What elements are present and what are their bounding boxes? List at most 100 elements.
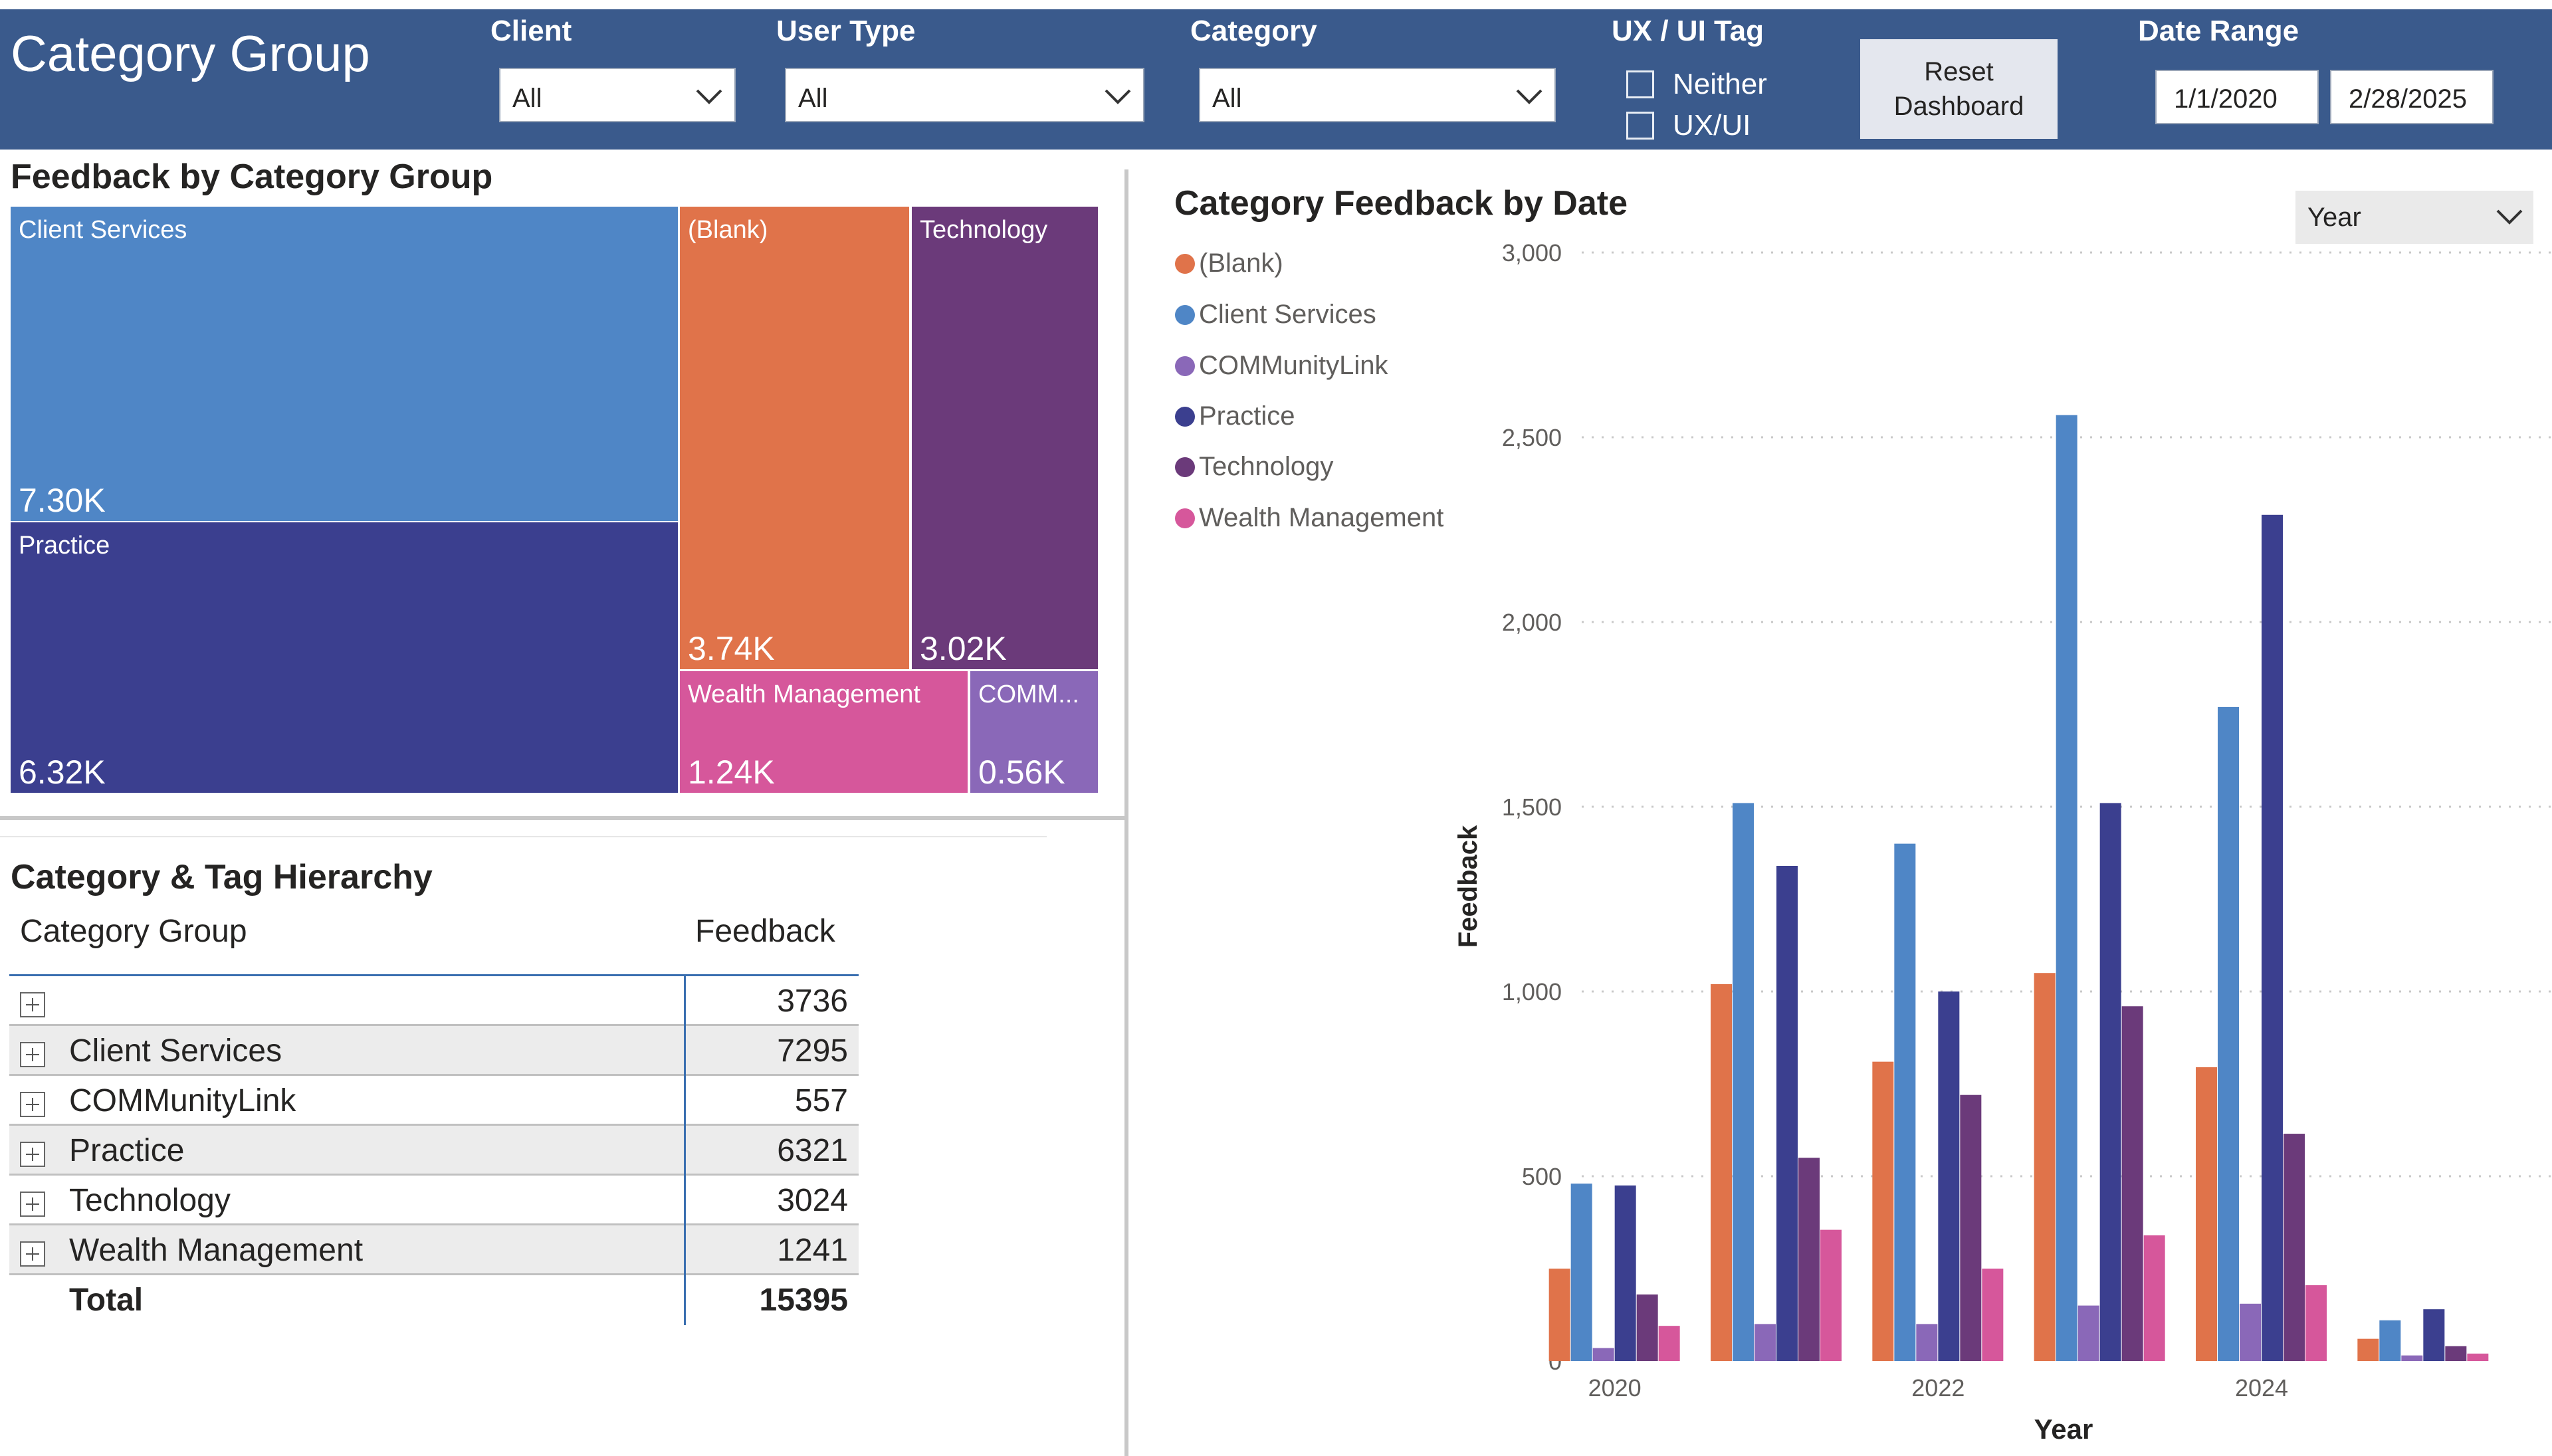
- bar: [1776, 865, 1798, 1361]
- reset-dashboard-button[interactable]: Reset Dashboard: [1860, 39, 2058, 139]
- treemap-tile-practice[interactable]: Practice 6.32K: [11, 522, 678, 793]
- neither-checkbox[interactable]: Neither: [1626, 68, 1767, 101]
- ux-ui-checkbox[interactable]: UX/UI: [1626, 109, 1751, 142]
- expand-plus-icon[interactable]: [20, 1042, 45, 1067]
- tile-value: 3.02K: [920, 630, 1007, 667]
- table-row: 3736: [9, 976, 859, 1026]
- bar: [1916, 1324, 1938, 1361]
- chevron-down-icon: [2496, 209, 2523, 225]
- tile-value: 7.30K: [19, 482, 106, 519]
- category-dropdown[interactable]: All: [1199, 68, 1556, 122]
- legend-label: Client Services: [1199, 300, 1376, 329]
- treemap-tile-technology[interactable]: Technology 3.02K: [912, 207, 1098, 669]
- bar: [1614, 1185, 1636, 1361]
- legend-item[interactable]: Wealth Management: [1175, 503, 1443, 533]
- bar: [1733, 803, 1754, 1361]
- bar: [1872, 1061, 1894, 1361]
- row-label: Technology: [69, 1183, 231, 1218]
- tile-label: COMM...: [978, 680, 1079, 708]
- bar: [2467, 1353, 2489, 1361]
- expand-plus-icon[interactable]: [20, 1142, 45, 1167]
- bar: [1754, 1324, 1776, 1361]
- checkbox-box[interactable]: [1626, 70, 1654, 98]
- bar: [1894, 843, 1916, 1361]
- table-row: Wealth Management 1241: [9, 1225, 859, 1275]
- y-tick-label: 2,000: [1502, 609, 1562, 636]
- chart-title: Category Feedback by Date: [1174, 184, 1628, 223]
- legend-item[interactable]: (Blank): [1175, 249, 1283, 278]
- category-filter-label: Category: [1190, 15, 1317, 47]
- tile-label: (Blank): [688, 216, 768, 244]
- total-value: 15395: [759, 1283, 848, 1318]
- matrix-header-feedback[interactable]: Feedback: [695, 913, 835, 950]
- expand-plus-icon[interactable]: [20, 1092, 45, 1117]
- bar: [1658, 1326, 1680, 1361]
- matrix-header-category-group[interactable]: Category Group: [20, 913, 247, 950]
- row-value: 6321: [777, 1133, 848, 1168]
- total-row: Total 15395: [9, 1275, 859, 1325]
- user-type-dropdown[interactable]: All: [785, 68, 1144, 122]
- legend-item[interactable]: COMMunityLink: [1175, 351, 1388, 381]
- bar: [2056, 415, 2077, 1361]
- row-value: 3024: [777, 1183, 848, 1218]
- end-date-input[interactable]: 2/28/2025: [2330, 70, 2494, 124]
- table-row: COMMunityLink 557: [9, 1076, 859, 1126]
- expand-plus-icon[interactable]: [20, 1192, 45, 1217]
- bar: [1636, 1294, 1658, 1361]
- bar: [1798, 1158, 1820, 1361]
- tile-value: 6.32K: [19, 754, 106, 791]
- x-tick-label: 2022: [1911, 1374, 1965, 1402]
- legend-dot-icon: [1175, 508, 1195, 528]
- checkbox-box[interactable]: [1626, 112, 1654, 140]
- horizontal-divider: [0, 816, 1124, 820]
- start-date-input[interactable]: 1/1/2020: [2155, 70, 2319, 124]
- row-value: 1241: [777, 1233, 848, 1268]
- chevron-down-icon: [1105, 89, 1131, 104]
- feedback-bar-chart: 05001,0001,5002,0002,5003,0002020 2022 202…: [1453, 239, 2552, 1442]
- bar: [1960, 1094, 1982, 1361]
- header-top-strip: [0, 0, 2552, 9]
- end-date-value: 2/28/2025: [2349, 84, 2467, 114]
- tile-value: 3.74K: [688, 630, 775, 667]
- category-dropdown-value: All: [1212, 84, 1242, 113]
- legend-dot-icon: [1175, 406, 1195, 427]
- table-row: Practice 6321: [9, 1126, 859, 1176]
- reset-dashboard-label: Reset Dashboard: [1893, 57, 2024, 121]
- legend-item[interactable]: Technology: [1175, 452, 1333, 482]
- bar: [2034, 973, 2056, 1361]
- bar: [2284, 1134, 2305, 1361]
- client-filter-label: Client: [490, 15, 572, 47]
- bar: [1570, 1184, 1592, 1361]
- bar: [2445, 1346, 2467, 1361]
- bar: [2379, 1320, 2401, 1361]
- treemap-tile-wealth-management[interactable]: Wealth Management 1.24K: [680, 671, 968, 793]
- expand-plus-icon[interactable]: [20, 992, 45, 1017]
- y-tick-label: 3,000: [1502, 239, 1562, 266]
- bar: [2143, 1235, 2165, 1361]
- filter-header-bar: Category Group Client All User Type All …: [0, 0, 2552, 150]
- row-label: COMMunityLink: [69, 1083, 296, 1118]
- bar: [2357, 1338, 2379, 1361]
- legend-item[interactable]: Practice: [1175, 401, 1295, 431]
- client-dropdown[interactable]: All: [499, 68, 736, 122]
- treemap-tile-client-services[interactable]: Client Services 7.30K: [11, 207, 678, 521]
- treemap-tile-communitylink[interactable]: COMM... 0.56K: [970, 671, 1098, 793]
- treemap-tile-blank[interactable]: (Blank) 3.74K: [680, 207, 909, 669]
- neither-checkbox-label: Neither: [1673, 68, 1767, 100]
- chevron-down-icon: [1516, 89, 1542, 104]
- bar: [1982, 1269, 2004, 1361]
- table-row: Technology 3024: [9, 1176, 859, 1225]
- expand-plus-icon[interactable]: [20, 1241, 45, 1267]
- row-value: 557: [794, 1083, 848, 1118]
- legend-label: COMMunityLink: [1199, 351, 1388, 380]
- y-tick-label: 2,500: [1502, 424, 1562, 451]
- bar: [2121, 1006, 2143, 1361]
- chevron-down-icon: [696, 89, 722, 104]
- legend-item[interactable]: Client Services: [1175, 300, 1376, 330]
- row-label: Client Services: [69, 1033, 282, 1069]
- x-tick-label: 2024: [2235, 1374, 2288, 1402]
- bar: [2262, 514, 2283, 1361]
- tile-value: 1.24K: [688, 754, 775, 791]
- tile-label: Client Services: [19, 216, 187, 244]
- legend-dot-icon: [1175, 457, 1195, 477]
